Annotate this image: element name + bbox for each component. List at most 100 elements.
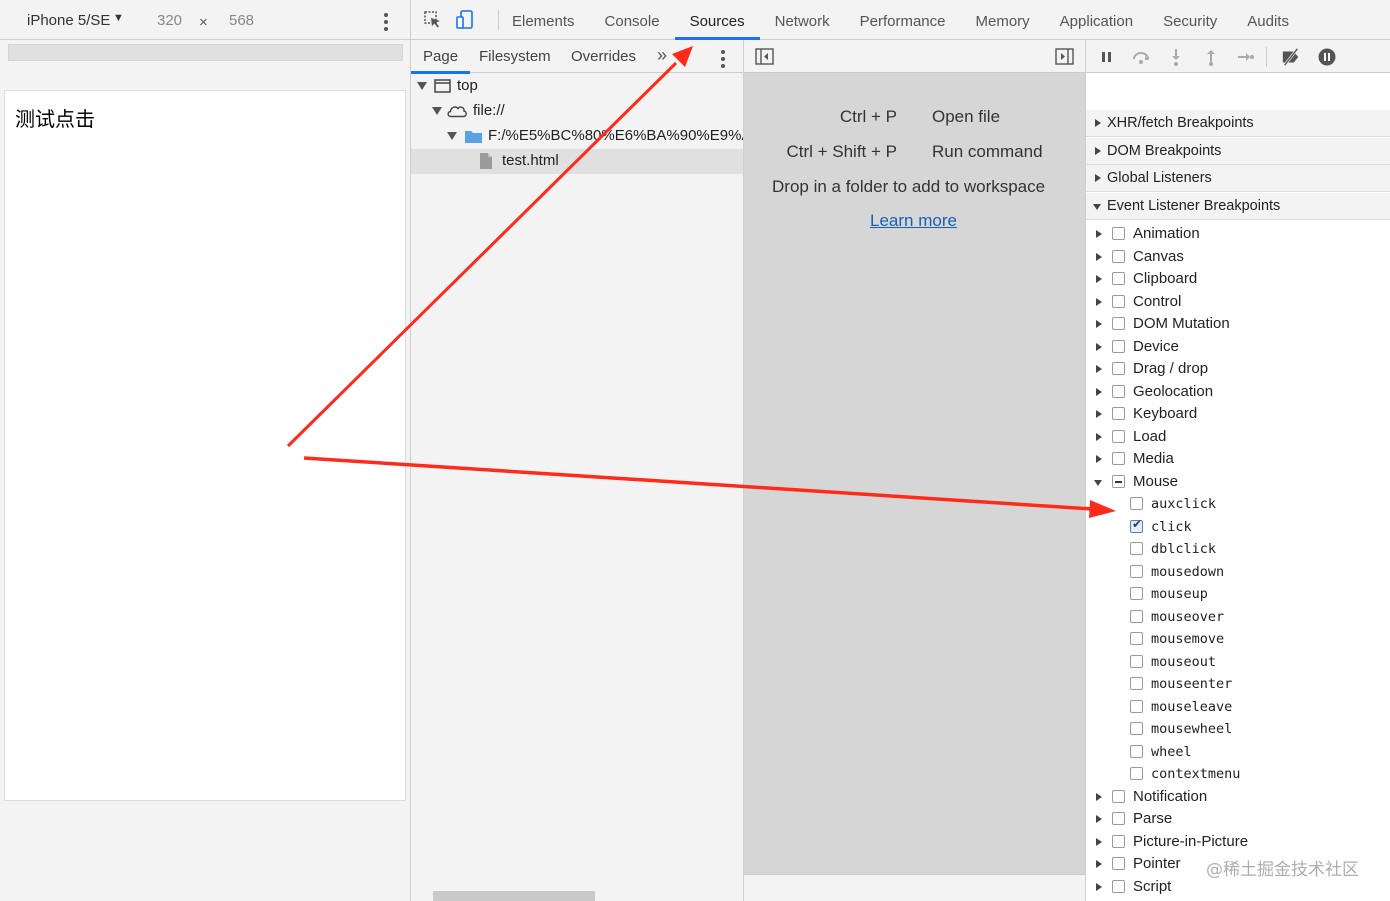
expand-arrow-icon[interactable]	[1095, 119, 1101, 127]
inspect-element-icon[interactable]	[423, 10, 443, 30]
tab-overrides[interactable]: Overrides	[571, 40, 636, 73]
expand-arrow-icon[interactable]	[1096, 882, 1102, 891]
event-contextmenu[interactable]: contextmenu	[1086, 763, 1390, 786]
tab-memory[interactable]: Memory	[961, 0, 1045, 40]
event-checkbox[interactable]	[1130, 744, 1143, 758]
event-checkbox[interactable]	[1130, 654, 1143, 668]
event-click[interactable]: click	[1086, 516, 1390, 539]
event-checkbox[interactable]	[1130, 497, 1143, 510]
tab-audits[interactable]: Audits	[1232, 0, 1304, 40]
expand-arrow-icon[interactable]	[1096, 792, 1102, 801]
section-xhr-fetch-breakpoints[interactable]: XHR/fetch Breakpoints	[1086, 110, 1390, 137]
category-parse[interactable]: Parse	[1086, 808, 1390, 831]
expand-arrow-icon[interactable]	[1096, 342, 1102, 351]
tab-application[interactable]: Application	[1045, 0, 1148, 40]
device-select[interactable]: iPhone 5/SE	[27, 12, 110, 29]
category-canvas[interactable]: Canvas	[1086, 246, 1390, 269]
collapse-arrow-icon[interactable]	[1093, 204, 1101, 210]
expand-arrow-icon[interactable]	[1096, 387, 1102, 396]
event-wheel[interactable]: wheel	[1086, 741, 1390, 764]
tab-sources[interactable]: Sources	[674, 0, 760, 40]
expand-arrow-icon[interactable]	[1096, 432, 1102, 441]
step-over-icon[interactable]	[1131, 47, 1151, 67]
pause-icon[interactable]	[1097, 47, 1117, 67]
expand-arrow-icon[interactable]	[1096, 860, 1102, 868]
section-dom-breakpoints[interactable]: DOM Breakpoints	[1086, 138, 1390, 165]
event-dblclick[interactable]: dblclick	[1086, 538, 1390, 561]
horizontal-scrollbar[interactable]	[433, 891, 595, 901]
device-toggle-icon[interactable]	[455, 10, 475, 30]
tab-security[interactable]: Security	[1148, 0, 1232, 40]
event-mouseover[interactable]: mouseover	[1086, 606, 1390, 629]
page-text[interactable]: 测试点击	[15, 103, 95, 132]
tab-performance[interactable]: Performance	[845, 0, 961, 40]
tree-item-file-origin[interactable]: file://	[411, 99, 743, 124]
expand-arrow-icon[interactable]	[432, 107, 442, 115]
step-out-icon[interactable]	[1201, 47, 1221, 67]
toggle-navigator-icon[interactable]	[755, 48, 774, 65]
event-checkbox[interactable]	[1130, 767, 1143, 780]
tree-item-test-html[interactable]: test.html	[411, 149, 743, 174]
category-geolocation[interactable]: Geolocation	[1086, 381, 1390, 404]
event-checkbox[interactable]	[1130, 564, 1143, 578]
toggle-debugger-icon[interactable]	[1055, 48, 1074, 65]
expand-arrow-icon[interactable]	[1096, 365, 1102, 373]
deactivate-breakpoints-icon[interactable]	[1281, 47, 1301, 67]
event-checkbox[interactable]	[1130, 587, 1143, 600]
category-media[interactable]: Media	[1086, 448, 1390, 471]
tab-page[interactable]: Page	[410, 40, 471, 74]
expand-arrow-icon[interactable]	[1095, 147, 1101, 155]
category-clipboard[interactable]: Clipboard	[1086, 268, 1390, 291]
expand-arrow-icon[interactable]	[1096, 297, 1102, 306]
tab-elements[interactable]: Elements	[497, 0, 590, 40]
media-query-ruler[interactable]	[8, 44, 403, 61]
category-checkbox[interactable]	[1112, 812, 1125, 825]
category-checkbox[interactable]	[1112, 474, 1125, 488]
device-height-input[interactable]: 568	[229, 12, 254, 29]
expand-arrow-icon[interactable]	[417, 82, 427, 90]
step-icon[interactable]	[1235, 47, 1255, 67]
event-mouseout[interactable]: mouseout	[1086, 651, 1390, 674]
navigator-menu-icon[interactable]	[718, 48, 728, 68]
event-checkbox[interactable]	[1130, 542, 1143, 555]
section-global-listeners[interactable]: Global Listeners	[1086, 165, 1390, 192]
category-keyboard[interactable]: Keyboard	[1086, 403, 1390, 426]
category-control[interactable]: Control	[1086, 291, 1390, 314]
category-checkbox[interactable]	[1112, 249, 1125, 263]
section-event-listener-breakpoints[interactable]: Event Listener Breakpoints	[1086, 193, 1390, 220]
event-mouseenter[interactable]: mouseenter	[1086, 673, 1390, 696]
category-checkbox[interactable]	[1112, 834, 1125, 848]
pause-on-exceptions-icon[interactable]	[1317, 47, 1337, 67]
expand-arrow-icon[interactable]	[1096, 410, 1102, 418]
expand-arrow-icon[interactable]	[1095, 174, 1101, 182]
expand-arrow-icon[interactable]	[1096, 275, 1102, 283]
category-checkbox[interactable]	[1112, 789, 1125, 803]
event-checkbox[interactable]	[1130, 609, 1143, 623]
caret-down-icon[interactable]: ▼	[113, 12, 124, 24]
category-checkbox[interactable]	[1112, 317, 1125, 330]
category-checkbox[interactable]	[1112, 857, 1125, 870]
category-checkbox[interactable]	[1112, 227, 1125, 240]
event-mouseup[interactable]: mouseup	[1086, 583, 1390, 606]
category-drag-drop[interactable]: Drag / drop	[1086, 358, 1390, 381]
category-checkbox[interactable]	[1112, 452, 1125, 465]
more-tabs-icon[interactable]: »	[657, 45, 667, 66]
category-checkbox[interactable]	[1112, 407, 1125, 420]
category-dom-mutation[interactable]: DOM Mutation	[1086, 313, 1390, 336]
expand-arrow-icon[interactable]	[1096, 837, 1102, 846]
event-checkbox[interactable]	[1130, 632, 1143, 645]
more-options-icon[interactable]	[380, 11, 392, 31]
event-mousewheel[interactable]: mousewheel	[1086, 718, 1390, 741]
category-load[interactable]: Load	[1086, 426, 1390, 449]
event-checkbox[interactable]	[1130, 699, 1143, 713]
category-checkbox[interactable]	[1112, 879, 1125, 893]
category-picture-in-picture[interactable]: Picture-in-Picture	[1086, 831, 1390, 854]
device-width-input[interactable]: 320	[157, 12, 182, 29]
event-checkbox[interactable]	[1130, 517, 1143, 533]
event-mousemove[interactable]: mousemove	[1086, 628, 1390, 651]
step-into-icon[interactable]	[1166, 47, 1186, 67]
expand-arrow-icon[interactable]	[1096, 455, 1102, 463]
event-auxclick[interactable]: auxclick	[1086, 493, 1390, 516]
tab-filesystem[interactable]: Filesystem	[479, 40, 551, 73]
category-notification[interactable]: Notification	[1086, 786, 1390, 809]
